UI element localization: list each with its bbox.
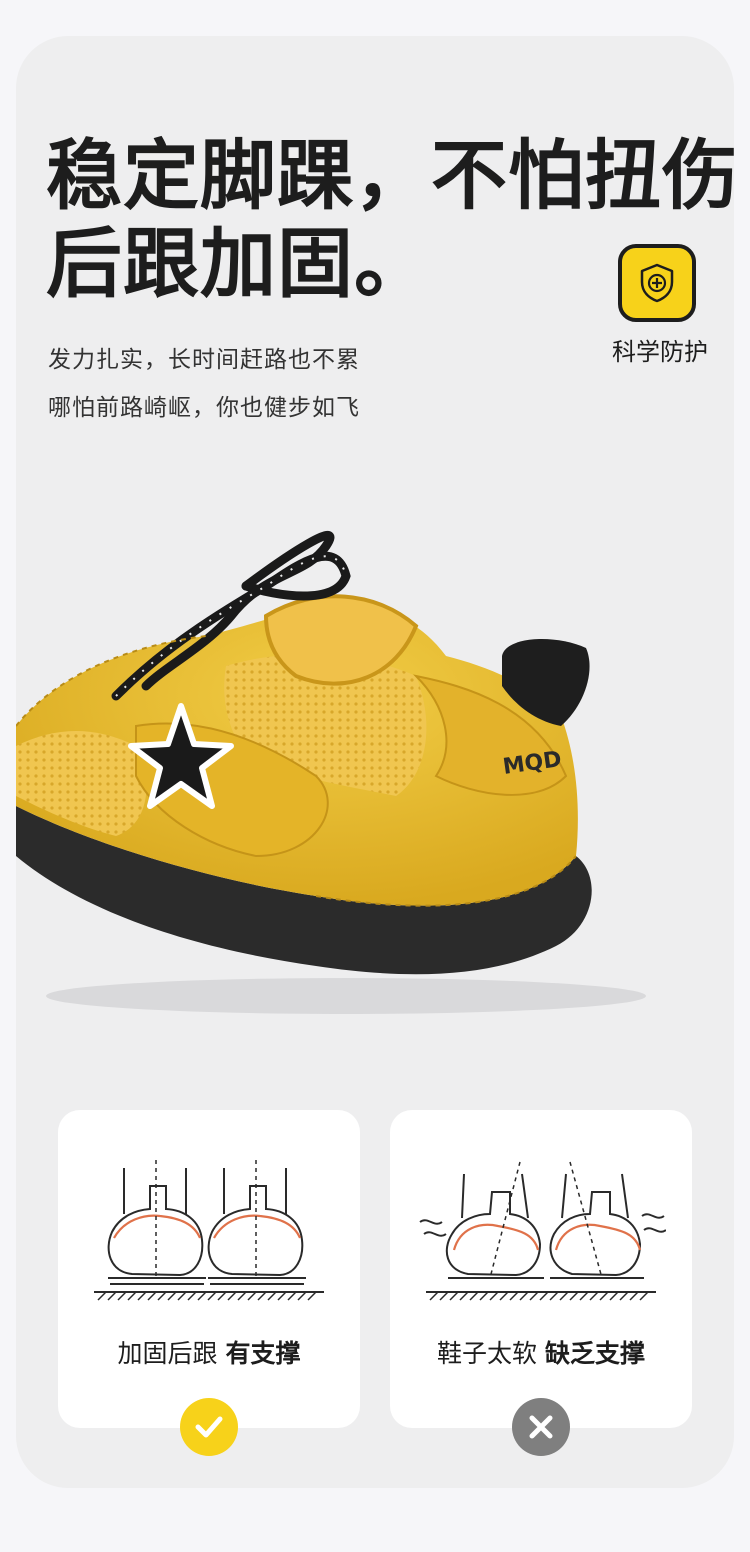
- shoe-image: MQD: [16, 530, 646, 1014]
- good-caption-bold: 有支撑: [225, 1339, 301, 1368]
- comparison-card-bad: 鞋子太软 缺乏支撑: [390, 1110, 692, 1428]
- subtext-line-2: 哪怕前路崎岖，你也健步如飞: [48, 395, 360, 421]
- bad-caption-plain: 鞋子太软: [437, 1339, 538, 1368]
- headline-line-1: 稳定脚踝，不怕扭伤: [46, 131, 734, 220]
- comparison-card-good: 加固后跟 有支撑: [58, 1110, 360, 1428]
- cross-icon: [512, 1398, 570, 1456]
- good-caption-plain: 加固后跟: [117, 1339, 218, 1368]
- checkmark-icon: [180, 1398, 238, 1456]
- supported-heel-diagram-icon: [94, 1160, 324, 1301]
- soft-heel-diagram-icon: [419, 1161, 666, 1301]
- subtext-line-1: 发力扎实，长时间赶路也不累: [48, 347, 360, 373]
- badge-label: 科学防护: [612, 338, 708, 366]
- bad-caption: 鞋子太软 缺乏支撑: [390, 1334, 692, 1370]
- good-caption: 加固后跟 有支撑: [58, 1334, 360, 1370]
- bad-caption-bold: 缺乏支撑: [544, 1339, 645, 1368]
- subtext: 发力扎实，长时间赶路也不累 哪怕前路崎岖，你也健步如飞: [48, 336, 360, 432]
- shield-plus-icon: [618, 244, 696, 322]
- content-card: 稳定脚踝，不怕扭伤 后跟加固。 发力扎实，长时间赶路也不累 哪怕前路崎岖，你也健…: [16, 36, 734, 1488]
